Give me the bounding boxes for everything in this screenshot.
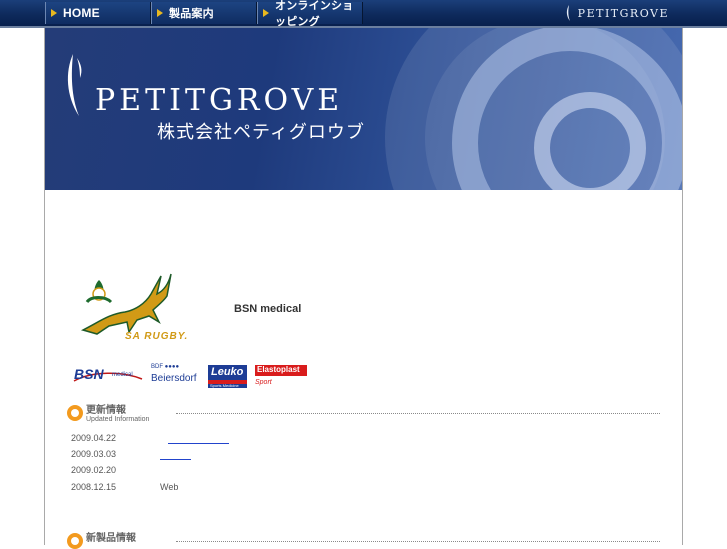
updates-divider [176,413,660,414]
arrow-right-icon [51,9,57,17]
beiersdorf-logo[interactable]: BDF ●●●● Beiersdorf [151,364,203,387]
nav-home-label: HOME [63,6,100,20]
news-item: 2009.02.20 [71,465,161,475]
nav-home-button[interactable]: HOME [45,2,151,24]
arrow-right-icon [263,9,269,17]
updates-heading: 更新情報 Updated Information [67,405,149,424]
bdf-name: Beiersdorf [151,373,197,384]
news-date: 2008.12.15 [71,482,117,492]
nav-products-label: 製品案内 [169,8,214,20]
leuko-logo[interactable]: Leuko Sports Medicine [208,365,247,388]
news-item: 2008.12.15 [71,482,161,492]
news-date: 2009.02.20 [71,465,117,475]
news-item: 2009.03.03 [71,449,161,459]
nav-shop-button[interactable]: オンラインショッピング [257,0,363,28]
banner-brand: PETITGROVE [95,83,344,118]
bdf-small-text: BDF ●●●● [151,364,180,370]
news-link[interactable] [168,443,229,444]
news-link[interactable] [160,459,191,460]
new-products-heading: 新製品情報 [67,533,136,549]
company-name: 株式会社ペティグロウブ [157,122,365,142]
news-text: Web [160,482,179,492]
news-date: 2009.03.03 [71,449,117,459]
elastoplast-logo[interactable]: Elastoplast Sport [255,365,307,391]
news-date: 2009.04.22 [71,433,117,443]
new-products-divider [176,541,660,542]
updates-heading-jp: 更新情報 [86,405,126,416]
section-circle-icon [67,405,83,421]
rugby-caption: SA RUGBY. [125,331,189,342]
new-products-heading-jp: 新製品情報 [86,533,136,544]
main-content: PETITGROVE 株式会社ペティグロウブ SA RUGBY. BSN med… [44,28,683,549]
leaf-logo-icon [566,5,570,21]
nav-shop-label: オンラインショッピング [275,0,354,28]
elastoplast-sub: Sport [255,379,272,386]
hero-banner: PETITGROVE 株式会社ペティグロウブ [45,28,682,190]
arrow-right-icon [157,9,163,17]
bsn-medical-label: BSN medical [234,303,302,315]
header-logo-text: PETITGROVE [577,6,669,20]
leuko-sub: Sports Medicine [210,383,239,388]
banner-logo: PETITGROVE [65,54,343,116]
news-item: 2009.04.22 [71,433,161,443]
updates-heading-en: Updated Information [86,416,150,423]
nav-products-button[interactable]: 製品案内 [151,2,257,24]
bsn-logo-sub: medical [112,372,133,378]
header-logo[interactable]: PETITGROVE [566,5,669,21]
bsn-logo-main: BSN [74,366,104,382]
leaf-logo-icon [67,54,82,116]
top-nav-bar: HOME 製品案内 オンラインショッピング PETITGROVE [0,0,727,28]
elastoplast-name: Elastoplast [255,365,307,376]
section-circle-icon [67,533,83,549]
leuko-name: Leuko [211,366,244,378]
bsn-medical-logo[interactable]: BSN medical [72,365,144,385]
